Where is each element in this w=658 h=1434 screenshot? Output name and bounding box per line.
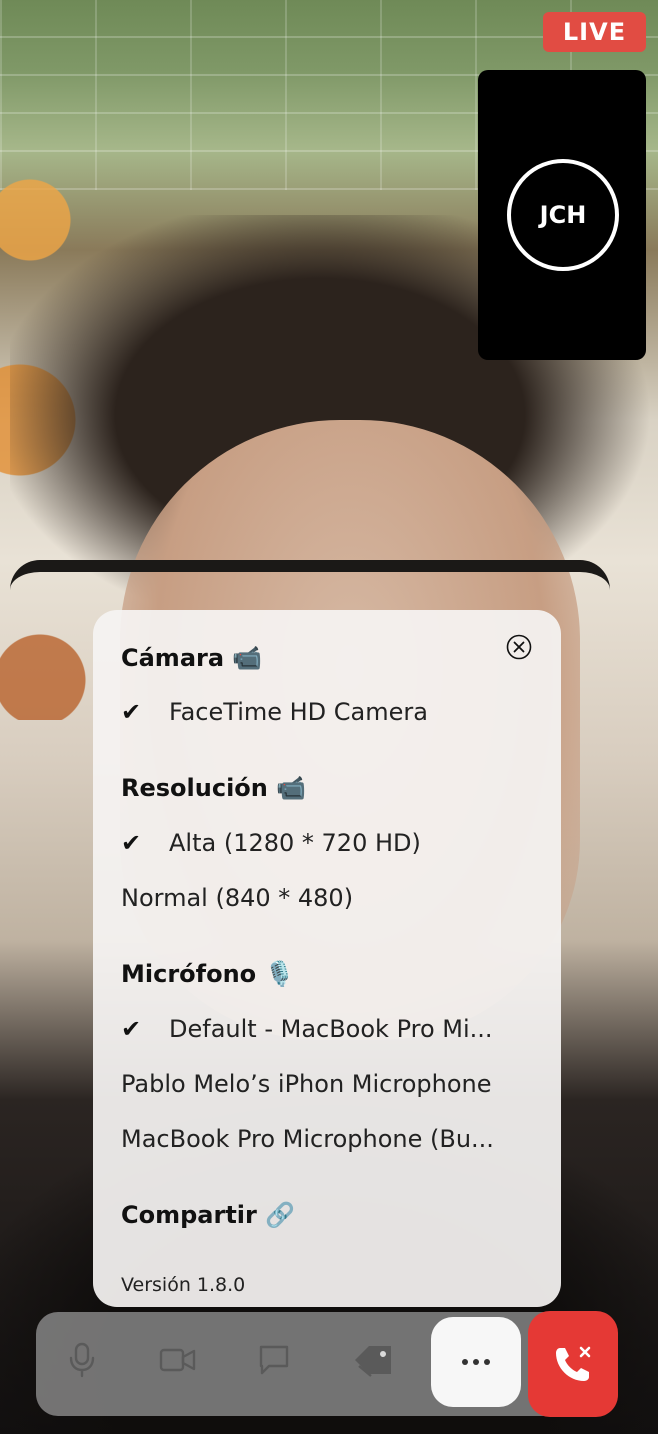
mute-button[interactable] [60,1338,104,1382]
microphone-option-iphone[interactable]: Pablo Melo’s iPhon Microphone [121,1070,533,1098]
microphone-icon [69,1342,95,1378]
option-label: FaceTime HD Camera [169,698,428,726]
chat-button[interactable] [252,1338,296,1382]
tag-button[interactable] [353,1338,397,1382]
microphone-option-macbook[interactable]: MacBook Pro Microphone (Bu... [121,1125,533,1153]
end-call-icon [556,1346,591,1381]
option-label: Default - MacBook Pro Mi... [169,1015,493,1043]
resolution-option-normal[interactable]: Normal (840 * 480) [121,884,533,912]
camera-section-title: Cámara 📹 [121,644,263,672]
tag-icon [355,1346,391,1377]
check-icon: ✔ [121,1015,142,1043]
video-toggle-button[interactable] [156,1338,200,1382]
version-label: Versión 1.8.0 [121,1274,246,1296]
more-options-button[interactable] [431,1317,521,1407]
option-label: Alta (1280 * 720 HD) [169,829,421,857]
more-icon [462,1359,490,1365]
close-button[interactable] [506,634,532,660]
close-icon [506,634,532,660]
resolution-option-high[interactable]: ✔ Alta (1280 * 720 HD) [121,829,533,857]
camera-option-facetime[interactable]: ✔ FaceTime HD Camera [121,698,533,726]
video-camera-icon [159,1348,196,1372]
end-call-button[interactable] [528,1311,618,1417]
microphone-option-default[interactable]: ✔ Default - MacBook Pro Mi... [121,1015,533,1043]
check-icon: ✔ [121,829,142,857]
chat-icon [259,1345,289,1375]
microphone-section-title: Micrófono 🎙️ [121,960,295,988]
avatar: JCH [507,159,619,271]
self-preview[interactable]: JCH [478,70,646,360]
check-icon: ✔ [121,698,142,726]
share-section-title[interactable]: Compartir 🔗 [121,1201,295,1229]
resolution-section-title: Resolución 📹 [121,774,307,802]
live-badge: LIVE [543,12,646,52]
